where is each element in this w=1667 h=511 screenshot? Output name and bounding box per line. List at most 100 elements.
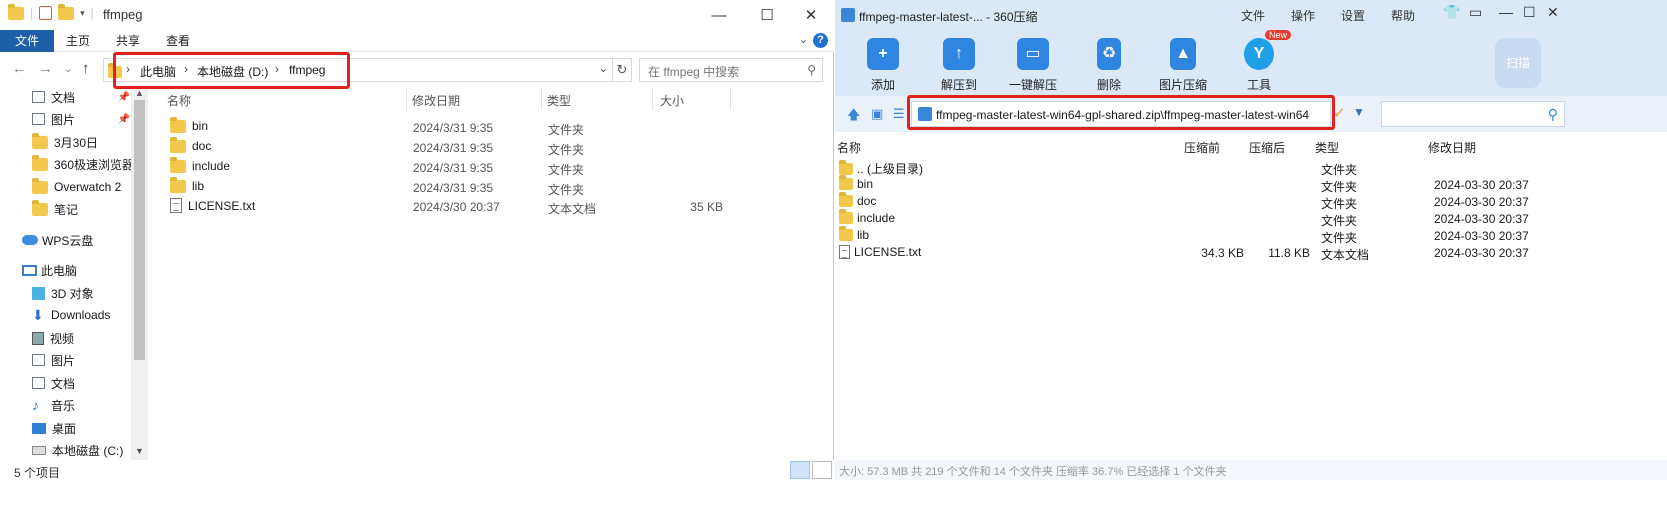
delete-button[interactable]: ♻ 删除 (1073, 38, 1145, 94)
menu-settings[interactable]: 设置 (1341, 7, 1365, 24)
customize-quick-access-icon[interactable]: ▾ (80, 8, 85, 19)
table-row[interactable]: LICENSE.txt 34.3 KB 11.8 KB 文本文档 2024-03… (835, 245, 1667, 262)
up-level-icon[interactable]: 🡅 (847, 106, 860, 128)
window-title: ffmpeg (103, 7, 143, 22)
skin-icon[interactable]: 👕 (1443, 4, 1460, 21)
scrollbar-thumb[interactable] (134, 100, 145, 360)
tree-item-downloads[interactable]: ⬇ Downloads (0, 304, 148, 326)
scroll-down-icon[interactable]: ▼ (135, 446, 144, 456)
maximize-button[interactable]: ☐ (1523, 4, 1536, 21)
picture-icon (32, 113, 45, 125)
forward-arrow-icon[interactable]: → (38, 60, 53, 77)
column-header-original-size[interactable]: 压缩前 (1184, 139, 1220, 156)
minimize-button[interactable]: — (696, 0, 742, 30)
column-separator[interactable] (730, 88, 731, 110)
table-row[interactable]: bin 2024/3/31 9:35 文件夹 (150, 116, 834, 138)
table-row[interactable]: include 2024/3/31 9:35 文件夹 (150, 156, 834, 178)
column-header-type[interactable]: 类型 (547, 92, 571, 109)
close-button[interactable]: ✕ (788, 0, 834, 30)
table-row[interactable]: LICENSE.txt 2024/3/30 20:37 文本文档 35 KB (150, 197, 834, 217)
table-row[interactable]: bin 文件夹 2024-03-30 20:37 (835, 175, 1667, 194)
large-icons-view-icon[interactable] (812, 461, 832, 479)
text-file-icon (839, 245, 850, 259)
minimize-button[interactable]: — (1499, 4, 1513, 20)
tab-view[interactable]: 查看 (154, 30, 202, 52)
up-arrow-icon[interactable]: ↑ (82, 60, 90, 77)
list-view-icon[interactable]: ☰ (893, 106, 905, 122)
navigation-pane: 文档 📌 图片 📌 3月30日 360极速浏览器X Overwatch 2 笔记… (0, 86, 148, 460)
pin-icon[interactable]: 📌 (118, 92, 130, 103)
menu-file[interactable]: 文件 (1241, 7, 1265, 24)
tree-item-this-pc[interactable]: 此电脑 (0, 259, 148, 281)
message-icon[interactable]: ▭ (1469, 4, 1482, 21)
tree-item-documents[interactable]: 文档 📌 (0, 86, 148, 108)
tools-button[interactable]: Y 工具 (1223, 38, 1295, 94)
path-dropdown-icon[interactable]: ▼ (1353, 105, 1365, 119)
one-click-extract-button[interactable]: ▭ 一键解压 (997, 38, 1069, 94)
document-icon (32, 91, 45, 103)
table-row[interactable]: lib 文件夹 2024-03-30 20:37 (835, 226, 1667, 245)
thumbnail-view-icon[interactable]: ▣ (871, 106, 883, 122)
tree-item-3d-objects[interactable]: 3D 对象 (0, 282, 148, 304)
tree-item-music[interactable]: ♪ 音乐 (0, 394, 148, 416)
scan-button[interactable]: 扫描 (1495, 38, 1541, 88)
refresh-icon[interactable]: ↻ (612, 58, 632, 82)
column-header-date[interactable]: 修改日期 (412, 92, 460, 109)
archive-summary: 大小: 57.3 MB 共 219 个文件和 14 个文件夹 压缩率 36.7%… (839, 466, 1227, 478)
tree-item-folder[interactable]: 3月30日 (0, 131, 148, 153)
close-button[interactable]: ✕ (1547, 4, 1559, 21)
tab-share[interactable]: 共享 (104, 30, 152, 52)
column-header-compressed-size[interactable]: 压缩后 (1249, 139, 1285, 156)
menu-help[interactable]: 帮助 (1391, 7, 1415, 24)
table-row[interactable]: include 文件夹 2024-03-30 20:37 (835, 209, 1667, 228)
scroll-up-icon[interactable]: ▲ (135, 88, 144, 98)
column-header-size[interactable]: 大小 (660, 92, 684, 109)
tree-item-wps-cloud[interactable]: WPS云盘 (0, 229, 148, 251)
extract-to-icon: ↑ (943, 38, 975, 70)
expand-ribbon-icon[interactable]: ⌄ (799, 33, 808, 46)
maximize-button[interactable]: ☐ (744, 0, 790, 30)
column-header-name[interactable]: 名称 (167, 92, 191, 109)
bottom-strip (0, 482, 1667, 511)
tree-item-desktop[interactable]: 桌面 (0, 417, 148, 439)
back-arrow-icon[interactable]: ← (12, 60, 27, 77)
details-view-icon[interactable] (790, 461, 810, 479)
tree-item-folder[interactable]: 笔记 (0, 198, 148, 220)
table-row[interactable]: lib 2024/3/31 9:35 文件夹 (150, 176, 834, 198)
column-separator[interactable] (406, 88, 407, 110)
tree-item-pictures[interactable]: 图片 (0, 349, 148, 371)
search-icon[interactable]: ⚲ (1548, 106, 1558, 123)
tree-item-videos[interactable]: 视频 (0, 327, 148, 349)
properties-icon[interactable] (39, 6, 53, 20)
add-button[interactable]: + 添加 (847, 38, 919, 94)
table-row[interactable]: doc 文件夹 2024-03-30 20:37 (835, 192, 1667, 211)
search-input[interactable]: 在 ffmpeg 中搜索 ⚲ (639, 58, 823, 82)
table-row[interactable]: .. (上级目录) 文件夹 (835, 159, 1667, 177)
column-header-type[interactable]: 类型 (1315, 139, 1339, 156)
tree-item-folder[interactable]: Overwatch 2 (0, 176, 148, 198)
tree-item-folder[interactable]: 360极速浏览器X (0, 153, 148, 175)
column-separator[interactable] (541, 88, 542, 110)
table-row[interactable]: doc 2024/3/31 9:35 文件夹 (150, 136, 834, 158)
tab-file[interactable]: 文件 (0, 30, 55, 52)
column-header-date[interactable]: 修改日期 (1428, 139, 1476, 156)
archive-search-input[interactable]: ⚲ (1381, 101, 1565, 127)
extract-to-button[interactable]: ↑ 解压到 (923, 38, 995, 94)
tree-item-pictures[interactable]: 图片 📌 (0, 108, 148, 130)
pin-icon[interactable]: 📌 (118, 114, 130, 125)
folder-icon[interactable] (8, 3, 24, 20)
image-compress-button[interactable]: ▲ 图片压缩 (1147, 38, 1219, 94)
tree-item-drive-c[interactable]: 本地磁盘 (C:) (0, 439, 148, 460)
app-logo-icon (841, 8, 855, 22)
menu-operate[interactable]: 操作 (1291, 7, 1315, 24)
new-folder-icon[interactable] (58, 3, 75, 20)
address-highlight-box (113, 52, 350, 89)
tab-home[interactable]: 主页 (54, 30, 102, 52)
folder-icon (839, 159, 853, 175)
help-icon[interactable]: ? (813, 33, 828, 48)
column-header-name[interactable]: 名称 (837, 139, 861, 156)
column-separator[interactable] (652, 88, 653, 110)
address-dropdown-icon[interactable]: ⌄ (599, 62, 608, 75)
tree-item-documents[interactable]: 文档 (0, 372, 148, 394)
recent-locations-icon[interactable]: ⌄ (64, 64, 72, 75)
